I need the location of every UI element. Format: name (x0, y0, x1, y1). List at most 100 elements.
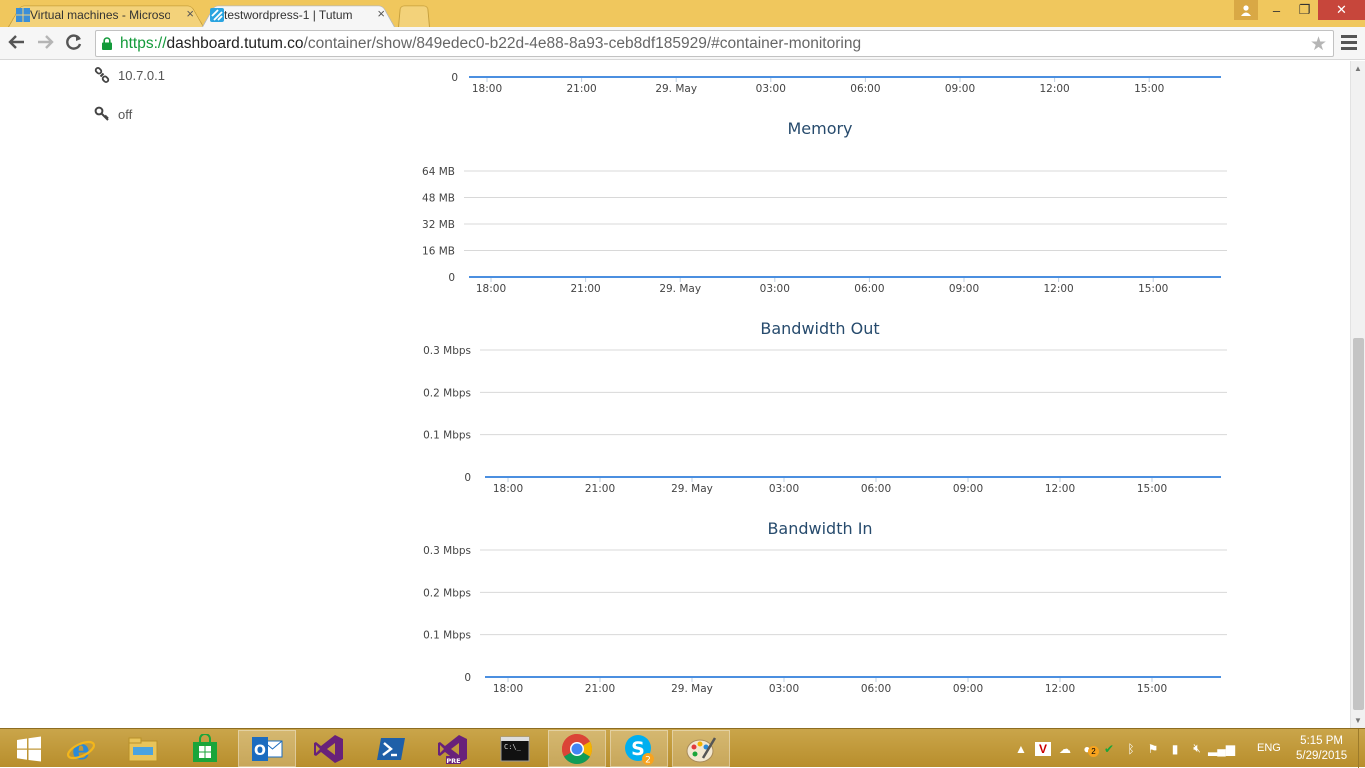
x-tick-label: 09:00 (953, 483, 983, 495)
reload-icon[interactable] (63, 33, 85, 53)
y-tick-label: 16 MB (422, 246, 455, 258)
start-button[interactable] (0, 730, 58, 767)
bluetooth-icon[interactable]: ᛒ (1120, 742, 1142, 756)
user-profile-icon[interactable] (1234, 0, 1258, 20)
taskbar-store[interactable] (176, 730, 234, 767)
bookmark-star-icon[interactable]: ★ (1310, 33, 1327, 56)
visual-studio-icon (314, 734, 343, 763)
taskbar-skype[interactable]: S 2 (610, 730, 668, 767)
antivirus-icon[interactable]: V (1035, 741, 1051, 756)
network-signal-icon[interactable]: ▂▄▆ (1208, 742, 1235, 756)
internet-explorer-icon: e (66, 733, 96, 765)
taskbar-command-prompt[interactable]: C:\_ (486, 730, 544, 767)
clock[interactable]: 5:15 PM 5/29/2015 (1296, 734, 1347, 764)
minimize-button[interactable]: – (1262, 0, 1291, 20)
y-tick-label: 0.1 Mbps (423, 430, 471, 442)
taskbar-visual-studio[interactable] (300, 730, 358, 767)
tab-close-icon[interactable]: × (186, 6, 194, 21)
svg-text:C:\_: C:\_ (504, 743, 522, 751)
y-tick-label: 0.3 Mbps (423, 545, 471, 557)
x-tick-label: 12:00 (1043, 283, 1073, 295)
page-viewport: 10.7.0.1 off 0 18:00 21:00 29. May 03:00 06:0… (0, 61, 1350, 728)
x-tick-label: 12:00 (1045, 483, 1075, 495)
address-bar[interactable]: https://dashboard.tutum.co/container/sho… (95, 30, 1334, 57)
chart-title: Bandwidth In (767, 519, 872, 538)
windows-store-icon (193, 733, 217, 762)
x-tick-label: 18:00 (472, 83, 502, 95)
chrome-menu-icon[interactable] (1341, 33, 1357, 51)
taskbar-visual-studio-preview[interactable]: PRE (424, 730, 482, 767)
windows-logo-icon (16, 8, 30, 22)
x-tick-label: 12:00 (1039, 83, 1069, 95)
chrome-icon (561, 733, 593, 764)
x-tick-label: 21:00 (585, 483, 615, 495)
lock-icon (102, 37, 112, 50)
x-tick-label: 15:00 (1138, 283, 1168, 295)
sync-badge-icon[interactable]: ● 2 (1076, 742, 1099, 757)
x-tick-label: 03:00 (769, 683, 799, 695)
x-tick-label: 29. May (655, 83, 697, 95)
x-tick-label: 29. May (671, 483, 713, 495)
y-tick-label: 64 MB (422, 166, 455, 178)
taskbar-internet-explorer[interactable]: e (52, 730, 110, 767)
tab-azure[interactable]: Virtual machines - Microsoft Azure × (8, 2, 204, 27)
back-arrow-icon[interactable] (6, 33, 28, 53)
windows-taskbar: e O PRE C:\_ S 2 ▲ V ☁ ● 2 ✔ ᛒ ⚑ ▮ 🔇︎ ▂▄… (0, 728, 1365, 768)
start-icon (17, 736, 41, 761)
system-tray: ▲ V ☁ ● 2 ✔ ᛒ ⚑ ▮ 🔇︎ ▂▄▆ (1010, 729, 1235, 768)
browser-toolbar: https://dashboard.tutum.co/container/sho… (0, 27, 1365, 60)
x-tick-label: 03:00 (760, 283, 790, 295)
taskbar-outlook[interactable]: O (238, 730, 296, 767)
x-tick-label: 06:00 (861, 483, 891, 495)
scroll-up-arrow-icon[interactable]: ▲ (1354, 64, 1362, 73)
x-tick-label: 12:00 (1045, 683, 1075, 695)
volume-muted-icon[interactable]: 🔇︎ (1186, 741, 1208, 756)
y-tick-label: 0.2 Mbps (423, 587, 471, 599)
tray-expand-icon[interactable]: ▲ (1010, 742, 1032, 756)
command-prompt-icon: C:\_ (500, 736, 530, 761)
url-path: /container/show/849edec0-b22d-4e88-8a93-… (303, 35, 862, 52)
clock-date: 5/29/2015 (1296, 750, 1348, 762)
forward-arrow-icon[interactable] (34, 33, 56, 53)
x-tick-label: 29. May (671, 683, 713, 695)
power-icon[interactable]: ▮ (1164, 742, 1186, 756)
url-scheme: https:// (120, 35, 167, 52)
x-tick-label: 15:00 (1137, 483, 1167, 495)
x-tick-label: 21:00 (585, 683, 615, 695)
x-tick-label: 09:00 (953, 683, 983, 695)
show-desktop-button[interactable] (1358, 729, 1365, 768)
outlook-icon: O (252, 736, 283, 761)
page-scrollbar[interactable]: ▲ ▼ (1350, 61, 1365, 728)
x-tick-label: 15:00 (1134, 83, 1164, 95)
x-tick-label: 21:00 (570, 283, 600, 295)
maximize-button[interactable]: ❐ (1290, 0, 1319, 20)
x-tick-label: 18:00 (493, 483, 523, 495)
new-tab-button[interactable] (398, 2, 430, 27)
y-tick-label: 32 MB (422, 219, 455, 231)
paint-icon (686, 736, 717, 762)
security-check-icon[interactable]: ✔ (1098, 742, 1120, 756)
scroll-thumb[interactable] (1353, 338, 1364, 710)
onedrive-icon[interactable]: ☁ (1054, 742, 1076, 756)
taskbar-paint[interactable] (672, 730, 730, 767)
scroll-down-arrow-icon[interactable]: ▼ (1354, 716, 1362, 725)
y-tick-label: 0 (448, 272, 455, 284)
language-indicator[interactable]: ENG (1257, 742, 1281, 754)
monitoring-charts: 0 18:00 21:00 29. May 03:00 06:00 09:00 12:00 15… (422, 72, 1227, 695)
x-tick-label: 18:00 (493, 683, 523, 695)
skype-badge: 2 (645, 755, 651, 765)
x-tick-label: 09:00 (949, 283, 979, 295)
tab-close-icon[interactable]: × (377, 6, 385, 21)
taskbar-file-explorer[interactable] (114, 730, 172, 767)
tab-tutum[interactable]: testwordpress-1 | Tutum × (202, 2, 395, 27)
x-tick-label: 18:00 (476, 283, 506, 295)
chart-title: Memory (787, 119, 852, 138)
tab-shape (398, 5, 430, 27)
taskbar-powershell[interactable] (362, 730, 420, 767)
x-tick-label: 03:00 (769, 483, 799, 495)
taskbar-chrome[interactable] (548, 730, 606, 767)
action-center-flag-icon[interactable]: ⚑ (1142, 742, 1164, 756)
browser-titlebar: Virtual machines - Microsoft Azure × tes… (0, 0, 1365, 27)
close-window-button[interactable]: ✕ (1318, 0, 1365, 20)
tab-label: testwordpress-1 | Tutum (224, 7, 353, 22)
